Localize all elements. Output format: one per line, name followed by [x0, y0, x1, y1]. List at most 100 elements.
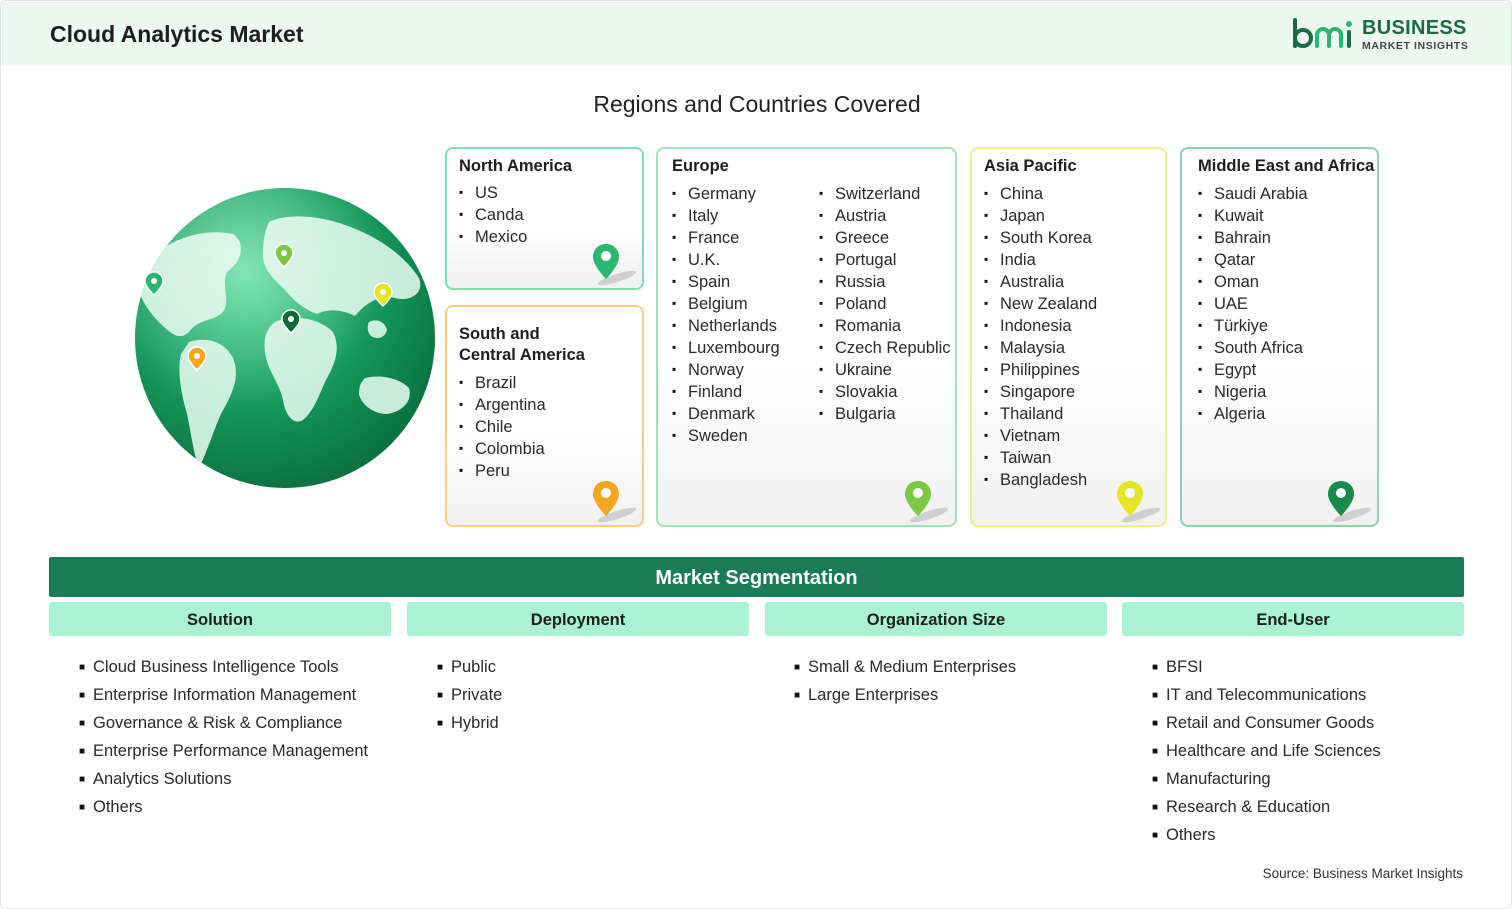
list-item: Vietnam [984, 425, 1097, 447]
list-item: Mexico [459, 226, 527, 248]
list-item: Malaysia [984, 337, 1097, 359]
list-item: Cloud Business Intelligence Tools [79, 653, 368, 681]
segment-list-end-user: BFSI IT and Telecommunications Retail an… [1152, 653, 1381, 849]
list-item: Others [79, 793, 368, 821]
segment-heading-end-user: End-User [1122, 602, 1464, 636]
list-item: Singapore [984, 381, 1097, 403]
list-item: Qatar [1198, 249, 1308, 271]
map-pin-icon [593, 244, 637, 286]
region-title: Europe [672, 157, 729, 175]
segmentation-title-bar: Market Segmentation [49, 557, 1464, 597]
list-item: Germany [672, 183, 780, 205]
list-item: Indonesia [984, 315, 1097, 337]
list-item: Switzerland [819, 183, 951, 205]
list-item: Netherlands [672, 315, 780, 337]
list-item: Chile [459, 416, 546, 438]
infographic: Cloud Analytics Market BUSINESS MARKET I… [0, 0, 1512, 909]
map-pin-icon [593, 481, 637, 523]
bmi-logo-mark [1293, 18, 1352, 48]
list-item: China [984, 183, 1097, 205]
header-bar: Cloud Analytics Market BUSINESS MARKET I… [2, 2, 1511, 65]
list-item: Taiwan [984, 447, 1097, 469]
list-item: Slovakia [819, 381, 951, 403]
list-item: Saudi Arabia [1198, 183, 1308, 205]
source-note: Source: Business Market Insights [1262, 866, 1463, 881]
list-item: Algeria [1198, 403, 1308, 425]
list-item: Oman [1198, 271, 1308, 293]
list-item: Kuwait [1198, 205, 1308, 227]
list-item: Australia [984, 271, 1097, 293]
list-item: Denmark [672, 403, 780, 425]
list-item: Healthcare and Life Sciences [1152, 737, 1381, 765]
list-item: BFSI [1152, 653, 1381, 681]
list-item: Italy [672, 205, 780, 227]
list-item: Manufacturing [1152, 765, 1381, 793]
list-item: Small & Medium Enterprises [794, 653, 1016, 681]
list-item: Norway [672, 359, 780, 381]
list-item: South Africa [1198, 337, 1308, 359]
list-item: Enterprise Performance Management [79, 737, 368, 765]
region-card-south-central-america: South and Central America Brazil Argenti… [445, 305, 644, 527]
country-list: US Canda Mexico [459, 182, 527, 248]
list-item: Public [437, 653, 502, 681]
list-item: Luxembourg [672, 337, 780, 359]
list-item: UAE [1198, 293, 1308, 315]
list-item: Colombia [459, 438, 546, 460]
list-item: Private [437, 681, 502, 709]
list-item: Nigeria [1198, 381, 1308, 403]
list-item: US [459, 182, 527, 204]
list-item: Governance & Risk & Compliance [79, 709, 368, 737]
region-card-middle-east-africa: Middle East and Africa Saudi Arabia Kuwa… [1180, 147, 1379, 527]
list-item: France [672, 227, 780, 249]
region-title: Asia Pacific [984, 157, 1077, 175]
segment-list-deployment: Public Private Hybrid [437, 653, 502, 737]
region-title: North America [459, 157, 573, 175]
segment-heading-organization-size: Organization Size [765, 602, 1107, 636]
list-item: Poland [819, 293, 951, 315]
list-item: Brazil [459, 372, 546, 394]
list-item: Bulgaria [819, 403, 951, 425]
segment-heading-solution: Solution [49, 602, 391, 636]
segment-list-solution: Cloud Business Intelligence Tools Enterp… [79, 653, 368, 821]
list-item: Enterprise Information Management [79, 681, 368, 709]
region-title-line1: South and [459, 325, 540, 343]
list-item: Ukraine [819, 359, 951, 381]
country-list: China Japan South Korea India Australia … [984, 183, 1097, 491]
region-card-north-america: North America US Canda Mexico [445, 147, 644, 290]
map-pin-icon [1328, 481, 1372, 523]
bmi-logo: BUSINESS MARKET INSIGHTS [1292, 16, 1472, 56]
list-item: Peru [459, 460, 546, 482]
region-title-line2: Central America [459, 346, 585, 364]
list-item: IT and Telecommunications [1152, 681, 1381, 709]
region-card-europe: Europe Germany Italy France U.K. Spain B… [656, 147, 957, 527]
region-title: Middle East and Africa [1198, 157, 1375, 175]
list-item: Austria [819, 205, 951, 227]
map-pin-icon [905, 481, 949, 523]
list-item: Argentina [459, 394, 546, 416]
region-card-asia-pacific: Asia Pacific China Japan South Korea Ind… [970, 147, 1167, 527]
page-title: Cloud Analytics Market [50, 21, 304, 47]
list-item: Sweden [672, 425, 780, 447]
list-item: Hybrid [437, 709, 502, 737]
country-list: Saudi Arabia Kuwait Bahrain Qatar Oman U… [1198, 183, 1308, 425]
country-list-col1: Germany Italy France U.K. Spain Belgium … [672, 183, 780, 447]
list-item: Research & Education [1152, 793, 1381, 821]
list-item: Greece [819, 227, 951, 249]
regions-title: Regions and Countries Covered [593, 91, 921, 117]
country-list: Brazil Argentina Chile Colombia Peru [459, 372, 546, 482]
list-item: Egypt [1198, 359, 1308, 381]
list-item: Belgium [672, 293, 780, 315]
logo-tagline: MARKET INSIGHTS [1362, 40, 1469, 52]
list-item: Others [1152, 821, 1381, 849]
logo-name: BUSINESS [1362, 17, 1467, 39]
list-item: Romania [819, 315, 951, 337]
segment-list-organization-size: Small & Medium Enterprises Large Enterpr… [794, 653, 1016, 709]
list-item: Philippines [984, 359, 1097, 381]
list-item: Türkiye [1198, 315, 1308, 337]
list-item: Bahrain [1198, 227, 1308, 249]
list-item: Bangladesh [984, 469, 1097, 491]
list-item: Large Enterprises [794, 681, 1016, 709]
map-pin-icon [1117, 481, 1161, 523]
list-item: Retail and Consumer Goods [1152, 709, 1381, 737]
segment-heading-deployment: Deployment [407, 602, 749, 636]
